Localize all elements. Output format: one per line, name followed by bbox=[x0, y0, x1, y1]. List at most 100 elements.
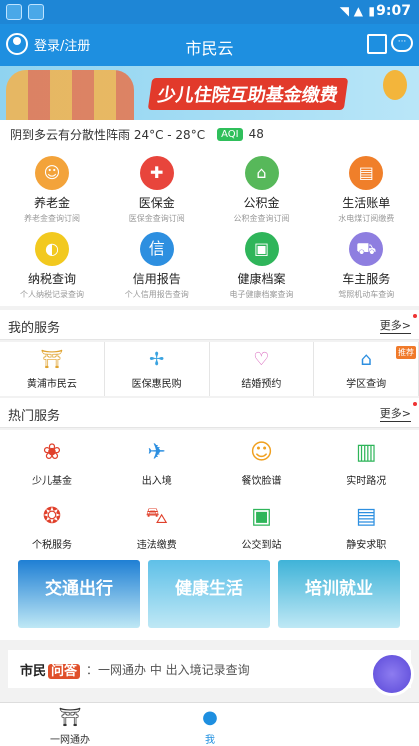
hot-service-icon: ❂ bbox=[42, 504, 62, 529]
tile-label: 培训就业 bbox=[305, 579, 373, 599]
building-icon: ⛩ bbox=[58, 707, 82, 728]
robot-assistant-icon[interactable] bbox=[370, 652, 414, 696]
promo-tile-1[interactable]: 健康生活 bbox=[148, 560, 270, 628]
hot-service-icon: ✈ bbox=[147, 440, 166, 465]
service-0[interactable]: ☺ 养老金 养老金查询订阅 bbox=[0, 156, 104, 224]
app-notification-icon bbox=[6, 4, 22, 20]
service-label: 信用报告 bbox=[132, 272, 181, 286]
promo-tile-0[interactable]: 交通出行 bbox=[18, 560, 140, 628]
service-4[interactable]: ◐ 纳税查询个人纳税记录查询 bbox=[0, 232, 104, 300]
hot-service-7[interactable]: ▤ 静安求职 bbox=[314, 502, 418, 551]
hot-service-label: 少儿基金 bbox=[32, 476, 72, 487]
hot-service-icon: ⛍ bbox=[145, 504, 169, 529]
hot-service-icon: ▤ bbox=[355, 504, 377, 529]
balloon-icon bbox=[383, 70, 407, 100]
my-service-label: 黄浦市民云 bbox=[26, 379, 77, 390]
scan-icon[interactable] bbox=[367, 34, 387, 54]
my-service-1[interactable]: ✢ 医保惠民购 bbox=[105, 342, 210, 396]
my-service-icon: ✢ bbox=[149, 349, 165, 370]
service-subtitle: 个人纳税记录查询 bbox=[20, 290, 84, 299]
hot-service-label: 出入境 bbox=[141, 476, 172, 487]
service-icon: ▤ bbox=[349, 156, 384, 190]
hot-service-2[interactable]: ☺ 餐饮脸谱 bbox=[210, 438, 314, 487]
promo-banner[interactable]: 少儿住院互助基金缴费 bbox=[0, 66, 419, 120]
hot-services-grid: ❀ 少儿基金 ✈ 出入境 ☺ 餐饮脸谱 ▥ 实时路况 ❂ 个税服务 ⛍ 违法缴费 ▣ 公交到站 ▤ 静安求职交… bbox=[0, 430, 419, 640]
hot-service-3[interactable]: ▥ 实时路况 bbox=[314, 438, 418, 487]
wifi-icon: ◥ bbox=[339, 4, 349, 18]
my-service-label: 结婚预约 bbox=[241, 379, 282, 390]
hot-service-5[interactable]: ⛍ 违法缴费 bbox=[105, 502, 209, 551]
qa-logo: 市民 问答 bbox=[20, 660, 81, 679]
hot-service-6[interactable]: ▣ 公交到站 bbox=[210, 502, 314, 551]
hot-service-icon: ▣ bbox=[251, 504, 272, 529]
service-2[interactable]: ⌂ 公积金公积金查询订阅 bbox=[210, 156, 314, 224]
clock: 9:07 bbox=[376, 3, 411, 19]
my-services-row: ⛩ 黄浦市民云 ✢ 医保惠民购 ♡ 结婚预约 ⌂ 学区查询 推荐 bbox=[0, 342, 419, 396]
service-icon: ☺ bbox=[35, 156, 69, 190]
service-subtitle: 个人信用报告查询 bbox=[124, 290, 189, 299]
weather-bar[interactable]: 阴到多云有分散性阵雨 24°C - 28°C AQI 48 bbox=[0, 120, 419, 148]
my-service-label: 医保惠民购 bbox=[131, 379, 182, 390]
promo-tile-2[interactable]: 培训就业 bbox=[278, 560, 400, 628]
section-title: 热门服务 bbox=[8, 409, 61, 424]
hot-service-4[interactable]: ❂ 个税服务 bbox=[0, 502, 104, 551]
hot-service-label: 实时路况 bbox=[346, 476, 387, 487]
my-service-icon: ♡ bbox=[253, 349, 270, 370]
service-subtitle: 医保金查询订阅 bbox=[128, 214, 185, 223]
section-title: 我的服务 bbox=[8, 321, 61, 336]
notification-dot bbox=[413, 314, 417, 318]
service-6[interactable]: ▣ 健康档案电子健康档案查询 bbox=[210, 232, 314, 300]
hot-service-label: 违法缴费 bbox=[136, 540, 177, 551]
tile-label: 交通出行 bbox=[45, 579, 113, 599]
service-label: 健康档案 bbox=[237, 272, 286, 286]
my-service-icon: ⌂ bbox=[360, 349, 372, 370]
service-subtitle: 电子健康档案查询 bbox=[229, 290, 294, 299]
service-subtitle: 公积金查询订阅 bbox=[233, 214, 290, 223]
kids-illustration bbox=[6, 70, 134, 120]
hot-service-label: 公交到站 bbox=[241, 540, 282, 551]
hot-service-label: 个税服务 bbox=[32, 540, 72, 551]
hot-service-label: 静安求职 bbox=[346, 540, 387, 551]
qa-text: ：一网通办 中 出入境记录查询 bbox=[86, 662, 250, 677]
hot-service-label: 餐饮脸谱 bbox=[241, 476, 282, 487]
my-services-header: 我的服务 更多> bbox=[0, 310, 419, 340]
my-service-0[interactable]: ⛩ 黄浦市民云 bbox=[0, 342, 105, 396]
service-3[interactable]: ▤ 生活账单水电煤订阅缴费 bbox=[314, 156, 418, 224]
service-label: 生活账单 bbox=[342, 196, 391, 210]
service-1[interactable]: ✚ 医保金 医保金查询订阅 bbox=[105, 156, 209, 224]
app-header: 登录/注册 市民云 ··· bbox=[0, 24, 419, 66]
hot-service-icon: ☺ bbox=[250, 440, 273, 465]
service-5[interactable]: 信信用报告 个人信用报告查询 bbox=[105, 232, 209, 300]
service-7[interactable]: ⛟ 车主服务 驾照机动车查询 bbox=[314, 232, 418, 300]
more-link[interactable]: 更多> bbox=[379, 405, 411, 422]
weather-text: 阴到多云有分散性阵雨 24°C - 28°C bbox=[10, 127, 206, 142]
service-subtitle: 养老金查询订阅 bbox=[24, 214, 80, 223]
tab-one-net[interactable]: ⛩ 一网通办 bbox=[20, 707, 120, 746]
service-label: 车主服务 bbox=[342, 272, 391, 286]
hot-service-0[interactable]: ❀ 少儿基金 bbox=[0, 438, 104, 487]
tab-label: 一网通办 bbox=[50, 735, 90, 746]
recommend-badge: 推荐 bbox=[396, 346, 416, 359]
service-icon: ⌂ bbox=[244, 156, 279, 190]
hot-service-icon: ▥ bbox=[355, 440, 377, 465]
my-service-2[interactable]: ♡ 结婚预约 bbox=[210, 342, 315, 396]
more-link[interactable]: 更多> bbox=[379, 317, 411, 334]
service-icon: ▣ bbox=[244, 232, 279, 266]
signal-icon: ▲ bbox=[353, 4, 363, 18]
service-label: 公积金 bbox=[243, 196, 280, 210]
hot-service-icon: ❀ bbox=[42, 440, 62, 465]
tile-label: 健康生活 bbox=[175, 579, 243, 599]
hot-service-1[interactable]: ✈ 出入境 bbox=[105, 438, 209, 487]
my-service-3[interactable]: ⌂ 学区查询 推荐 bbox=[314, 342, 419, 396]
banner-text: 少儿住院互助基金缴费 bbox=[147, 78, 349, 110]
citizen-qa-bar[interactable]: 市民 问答 ：一网通办 中 出入境记录查询 bbox=[8, 650, 411, 688]
service-icon: ⛟ bbox=[349, 232, 384, 266]
aqi-badge: AQI bbox=[217, 127, 243, 141]
service-icon: ◐ bbox=[35, 232, 69, 266]
service-subtitle: 水电煤订阅缴费 bbox=[338, 214, 395, 223]
message-icon[interactable]: ··· bbox=[391, 34, 413, 52]
hot-services-header: 热门服务 更多> bbox=[0, 398, 419, 428]
service-label: 纳税查询 bbox=[27, 272, 76, 286]
tab-me[interactable]: ● 我 bbox=[160, 707, 260, 746]
bottom-tab-bar: ⛩ 一网通办 ● 我 bbox=[0, 702, 419, 746]
